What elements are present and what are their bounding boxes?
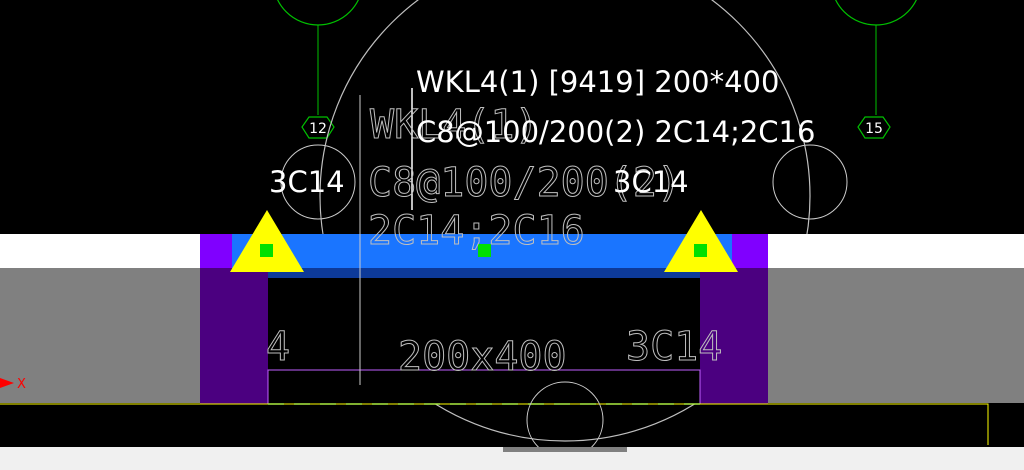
grip-right[interactable] (694, 244, 707, 257)
ucs-x-label: X (17, 377, 26, 392)
cad-text-bottom-left: 4 (266, 324, 290, 370)
scrollbar-thumb[interactable] (503, 447, 627, 452)
grip-left[interactable] (260, 244, 273, 257)
beam-shadow (268, 268, 700, 278)
cad-text-section: 200x400 (398, 334, 567, 380)
cad-viewport[interactable]: 12 15 WKL4(1) C8@100/200(2) 2C14;2C16 20… (0, 0, 1024, 470)
axis-label-12: 12 (309, 121, 327, 137)
axis-label-15: 15 (865, 121, 883, 137)
horizontal-scrollbar[interactable] (0, 447, 1024, 470)
cad-text-bottom-right: 3C14 (626, 324, 722, 370)
boundary-line (0, 403, 989, 445)
support-label-right: 3C14 (613, 165, 689, 199)
axis-bubble-right-top (835, 0, 917, 26)
column-left-shade (200, 268, 268, 404)
beam-annotation-line1: WKL4(1) [9419] 200*400 (416, 65, 779, 99)
beam-annotation-line2: C8@100/200(2) 2C14;2C16 (416, 115, 815, 149)
support-label-left: 3C14 (269, 165, 345, 199)
axis-bubble-left-top (277, 0, 359, 26)
cad-text-top-bars: 2C14;2C16 (368, 208, 585, 254)
drawing-canvas[interactable]: 12 15 WKL4(1) C8@100/200(2) 2C14;2C16 20… (0, 0, 1024, 470)
